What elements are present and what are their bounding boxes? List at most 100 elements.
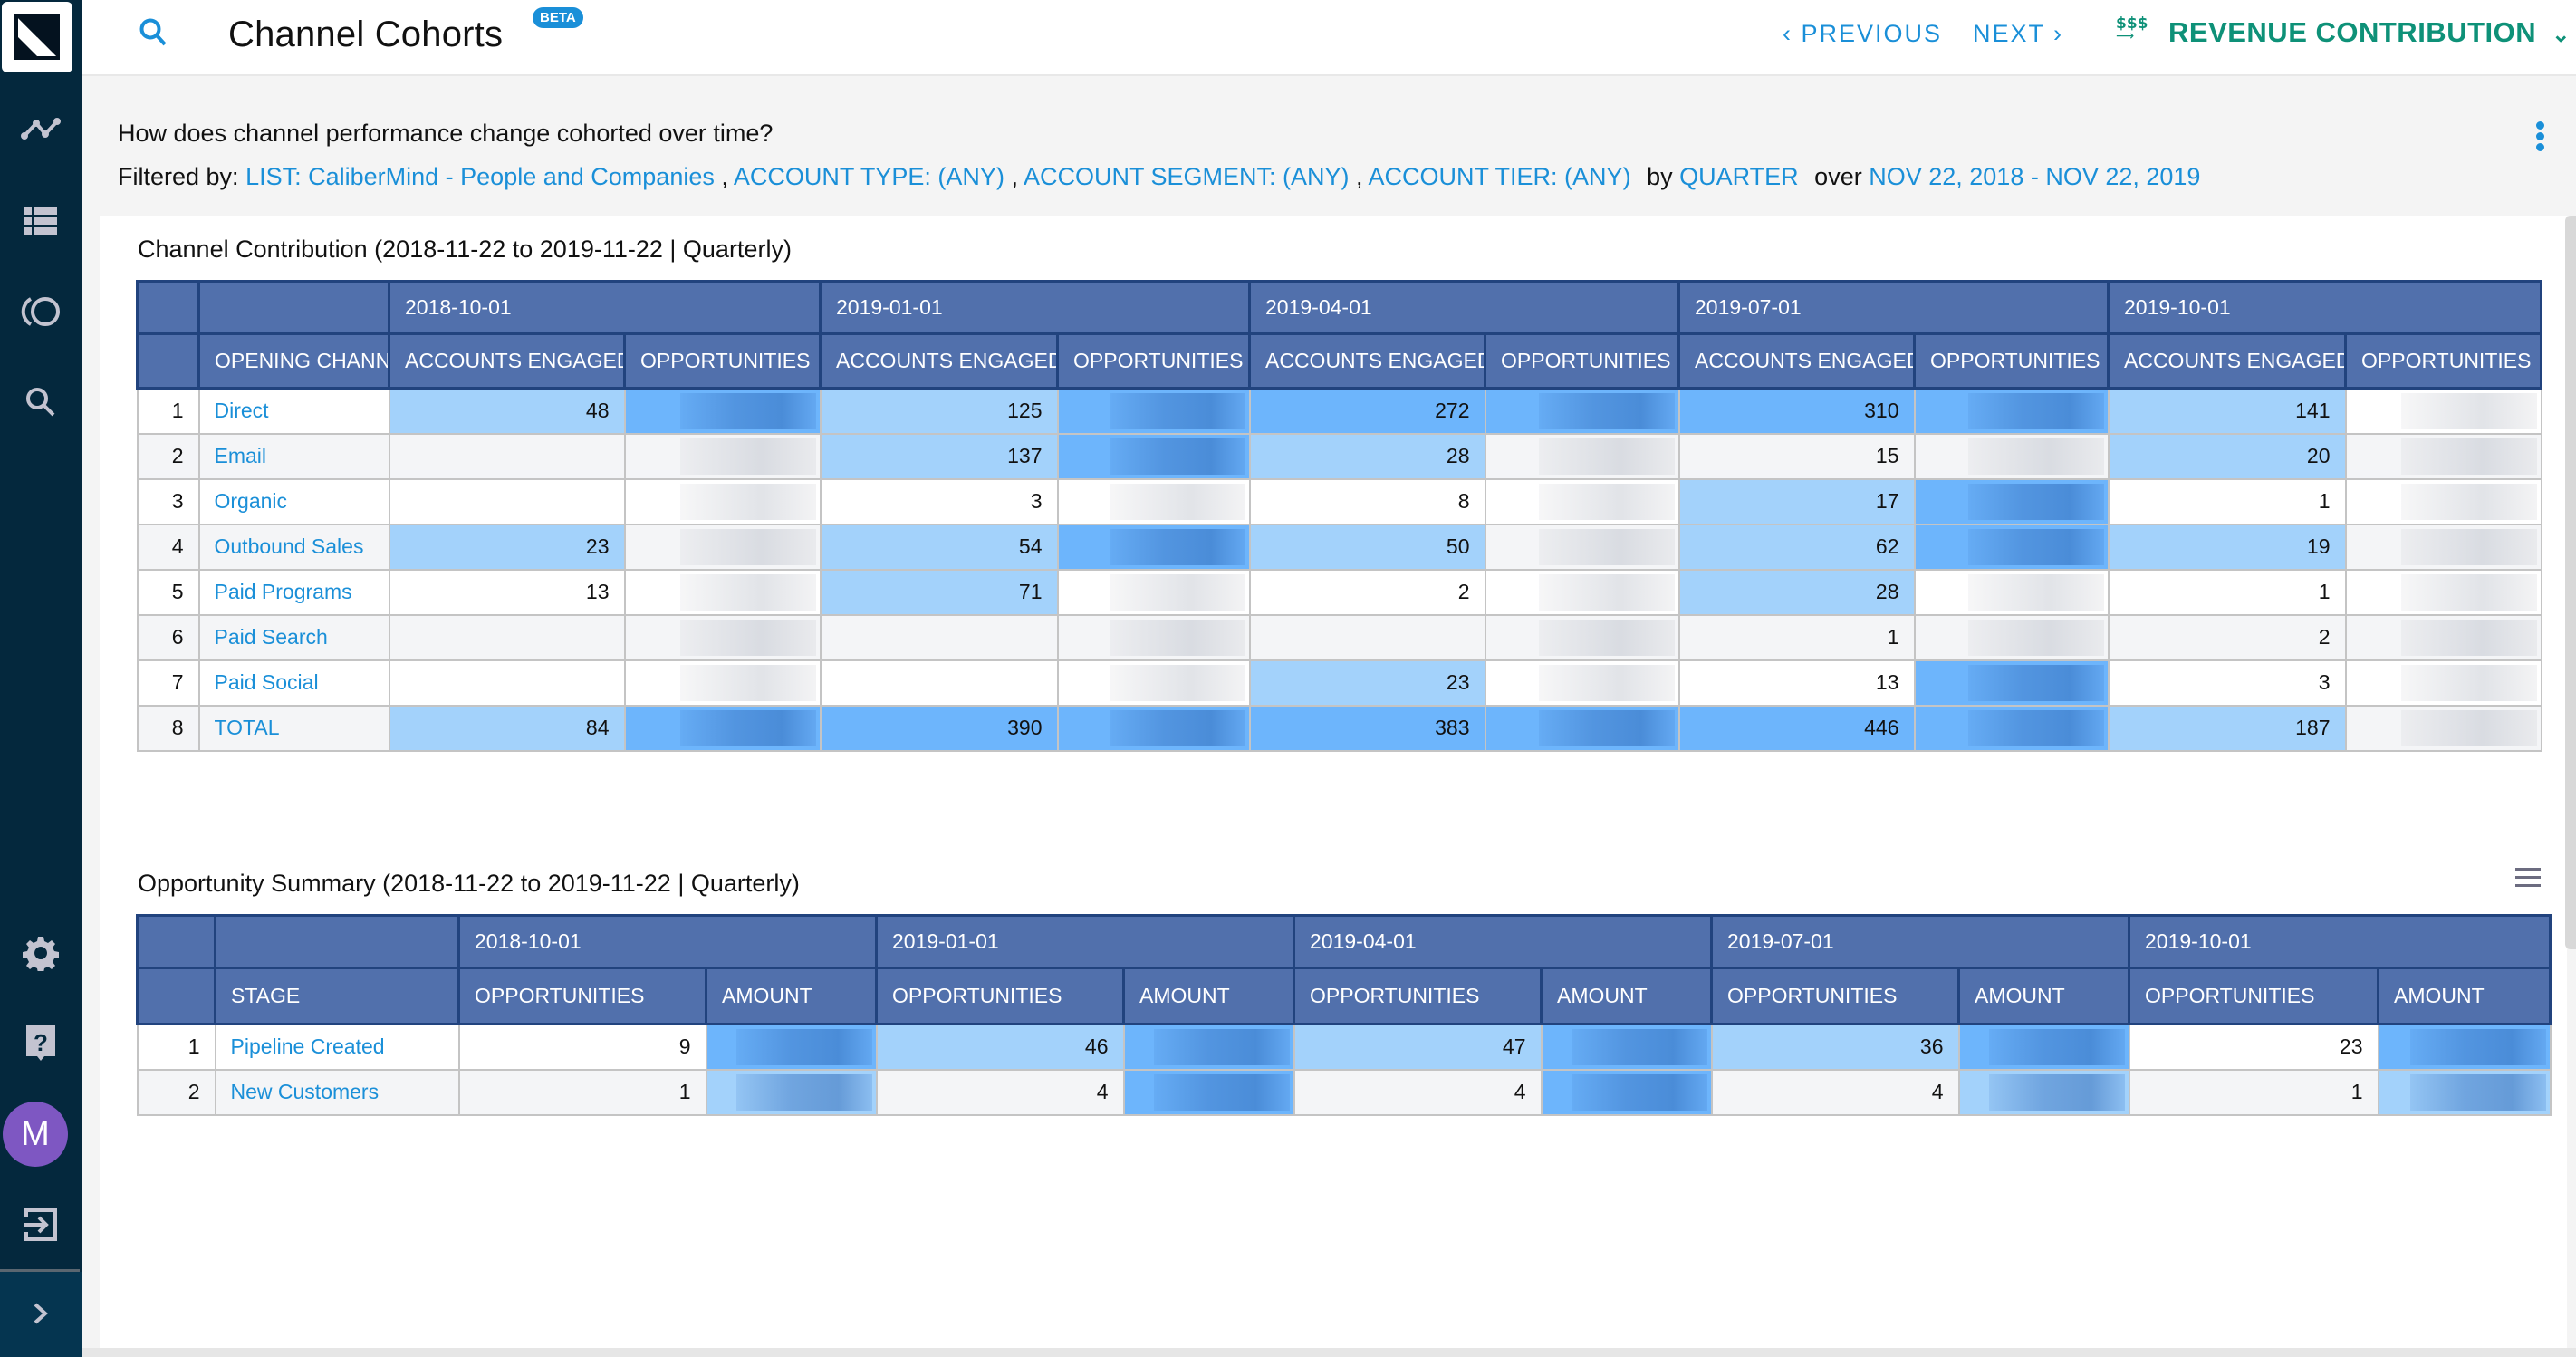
gear-icon xyxy=(23,937,59,971)
period-header[interactable]: 2018-10-01 xyxy=(457,914,878,969)
redacted-value-cell xyxy=(2344,659,2542,707)
redacted-value-cell xyxy=(2344,613,2542,661)
redacted-value-cell xyxy=(1056,568,1251,616)
redacted-value-cell xyxy=(1957,1023,2130,1071)
metric-header[interactable]: AMOUNT xyxy=(1122,967,1295,1025)
redaction-blur xyxy=(1538,619,1675,656)
sidebar-item-logout[interactable] xyxy=(0,1198,82,1252)
filter-period[interactable]: QUARTER xyxy=(1679,163,1799,190)
period-header[interactable]: 2019-10-01 xyxy=(2107,280,2542,335)
period-header[interactable]: 2019-01-01 xyxy=(819,280,1251,335)
metric-header[interactable]: OPPORTUNITIES xyxy=(875,967,1125,1025)
value-cell: 446 xyxy=(1677,704,1916,752)
metric-header[interactable]: OPPORTUNITIES xyxy=(457,967,707,1025)
row-name-link[interactable]: Outbound Sales xyxy=(197,523,390,571)
sidebar-item-settings[interactable] xyxy=(0,926,82,980)
row-dimension-header[interactable]: STAGE xyxy=(214,967,460,1025)
value-cell: 15 xyxy=(1677,432,1916,480)
row-name-link[interactable]: Pipeline Created xyxy=(214,1023,460,1071)
filter-account-tier[interactable]: ACCOUNT TIER: (ANY) xyxy=(1369,163,1631,190)
metric-header[interactable]: ACCOUNTS ENGAGED xyxy=(2107,332,2347,390)
sidebar-item-cohorts[interactable] xyxy=(0,284,82,339)
row-name-link[interactable]: Direct xyxy=(197,387,390,435)
app-logo[interactable] xyxy=(2,2,72,72)
period-header[interactable]: 2019-04-01 xyxy=(1248,280,1680,335)
header-name-cell xyxy=(197,280,390,335)
value-cell: 1 xyxy=(2107,477,2347,525)
user-avatar[interactable]: M xyxy=(3,1102,68,1167)
redacted-value-cell xyxy=(2344,523,2542,571)
row-name-link[interactable]: Paid Social xyxy=(197,659,390,707)
row-dimension-header[interactable]: OPENING CHANN xyxy=(197,332,390,390)
sidebar-item-search[interactable] xyxy=(0,375,82,429)
metric-header[interactable]: AMOUNT xyxy=(1957,967,2130,1025)
more-options-button[interactable] xyxy=(2533,121,2547,152)
metric-header[interactable]: ACCOUNTS ENGAGED xyxy=(819,332,1059,390)
report-selector-dropdown[interactable]: REVENUE CONTRIBUTION ⌄ xyxy=(2168,16,2571,49)
redaction-blur xyxy=(1967,573,2104,611)
header-row-periods: 2018-10-01 2019-01-01 2019-04-01 2019-07-01… xyxy=(136,914,2552,969)
metric-header[interactable]: OPPORTUNITIES xyxy=(1056,332,1251,390)
sidebar-item-trends[interactable] xyxy=(0,101,82,156)
filter-summary: Filtered by: LIST: CaliberMind - People … xyxy=(118,163,2201,190)
row-name-link[interactable]: Paid Search xyxy=(197,613,390,661)
filter-account-type[interactable]: ACCOUNT TYPE: (ANY) xyxy=(734,163,1004,190)
metric-header[interactable]: OPPORTUNITIES xyxy=(1913,332,2110,390)
row-name-link[interactable]: Email xyxy=(197,432,390,480)
top-bar: Channel Cohorts BETA ‹ PREVIOUS NEXT › $… xyxy=(82,0,2576,76)
redacted-value-cell xyxy=(623,387,822,435)
metric-header[interactable]: OPPORTUNITIES xyxy=(1710,967,1960,1025)
table-row: 1 Pipeline Created 9 46 47 36 23 xyxy=(136,1023,2552,1071)
header-search-button[interactable] xyxy=(138,16,170,53)
period-header[interactable]: 2019-07-01 xyxy=(1677,280,2110,335)
metric-header[interactable]: OPPORTUNITIES xyxy=(1484,332,1680,390)
period-header[interactable]: 2019-07-01 xyxy=(1710,914,2130,969)
redaction-blur xyxy=(1571,1073,1707,1111)
metric-header[interactable]: AMOUNT xyxy=(705,967,878,1025)
filter-date-range[interactable]: NOV 22, 2018 - NOV 22, 2019 xyxy=(1869,163,2200,190)
hamburger-icon xyxy=(2515,868,2541,871)
filter-list[interactable]: LIST: CaliberMind - People and Companies xyxy=(245,163,715,190)
period-header[interactable]: 2019-10-01 xyxy=(2128,914,2552,969)
row-name-link[interactable]: Organic xyxy=(197,477,390,525)
value-cell xyxy=(1248,613,1486,661)
metric-header[interactable]: AMOUNT xyxy=(1540,967,1713,1025)
value-cell: 17 xyxy=(1677,477,1916,525)
value-cell: 187 xyxy=(2107,704,2347,752)
sidebar-expand-button[interactable] xyxy=(0,1286,82,1341)
metric-header[interactable]: OPPORTUNITIES xyxy=(2344,332,2542,390)
row-index: 2 xyxy=(136,1068,216,1116)
sidebar-item-help[interactable]: ? xyxy=(0,1016,82,1071)
sidebar-item-reports[interactable] xyxy=(0,194,82,248)
row-name-link[interactable]: New Customers xyxy=(214,1068,460,1116)
period-header[interactable]: 2018-10-01 xyxy=(388,280,822,335)
redaction-blur xyxy=(1538,664,1675,701)
header-index-cell xyxy=(136,967,216,1025)
metric-header[interactable]: OPPORTUNITIES xyxy=(2128,967,2379,1025)
redaction-blur xyxy=(2409,1029,2546,1065)
value-cell: 36 xyxy=(1710,1023,1960,1071)
previous-button[interactable]: ‹ PREVIOUS xyxy=(1783,20,1942,48)
next-button[interactable]: NEXT › xyxy=(1973,20,2063,48)
value-cell: 23 xyxy=(388,523,626,571)
metric-header[interactable]: ACCOUNTS ENGAGED xyxy=(1677,332,1916,390)
metric-header[interactable]: AMOUNT xyxy=(2377,967,2552,1025)
metric-header[interactable]: ACCOUNTS ENGAGED xyxy=(1248,332,1486,390)
row-name-link[interactable]: Paid Programs xyxy=(197,568,390,616)
metric-header[interactable]: ACCOUNTS ENGAGED xyxy=(388,332,626,390)
period-header[interactable]: 2019-04-01 xyxy=(1293,914,1713,969)
redacted-value-cell xyxy=(2377,1068,2552,1116)
row-name-link[interactable]: TOTAL xyxy=(197,704,390,752)
metric-header[interactable]: OPPORTUNITIES xyxy=(1293,967,1543,1025)
redacted-value-cell xyxy=(705,1023,878,1071)
table-menu-button[interactable] xyxy=(2515,868,2541,888)
redaction-blur xyxy=(1538,709,1675,746)
table-row: 8 TOTAL 84 390 383 446 187 xyxy=(136,704,2542,752)
metric-header[interactable]: OPPORTUNITIES xyxy=(623,332,822,390)
redaction-blur xyxy=(1538,483,1675,520)
value-cell: 125 xyxy=(819,387,1059,435)
redaction-blur xyxy=(1967,709,2104,746)
filter-account-segment[interactable]: ACCOUNT SEGMENT: (ANY) xyxy=(1024,163,1350,190)
period-header[interactable]: 2019-01-01 xyxy=(875,914,1295,969)
vertical-scrollbar[interactable] xyxy=(2565,216,2576,949)
